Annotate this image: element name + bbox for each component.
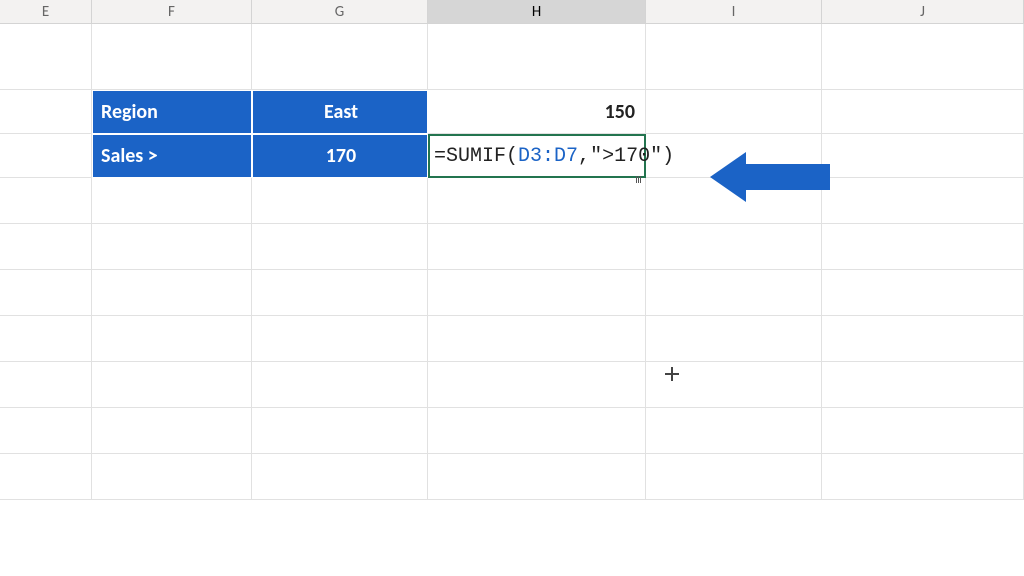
cell-formula-editing[interactable]: =SUMIF(D3:D7,">170")	[428, 134, 646, 178]
formula-open-paren: (	[506, 145, 518, 168]
table-row	[0, 408, 1024, 454]
cell[interactable]	[92, 316, 252, 362]
formula-comma: ,	[578, 145, 590, 168]
cell-region-value[interactable]: East	[252, 90, 428, 134]
cell[interactable]	[0, 178, 92, 224]
cell[interactable]	[92, 454, 252, 500]
table-row	[0, 454, 1024, 500]
text-cursor-icon	[636, 176, 642, 183]
cell[interactable]	[0, 90, 92, 134]
cell[interactable]	[252, 270, 428, 316]
cell[interactable]	[428, 362, 646, 408]
cell[interactable]	[822, 408, 1024, 454]
cell[interactable]	[0, 316, 92, 362]
table-row: Region East 150	[0, 90, 1024, 134]
cell[interactable]	[646, 270, 822, 316]
col-header-I[interactable]: I	[646, 0, 822, 23]
cell[interactable]	[428, 316, 646, 362]
table-row	[0, 316, 1024, 362]
callout-arrow-icon	[710, 152, 830, 202]
cell[interactable]	[92, 270, 252, 316]
cell[interactable]	[428, 454, 646, 500]
cell[interactable]	[646, 408, 822, 454]
cell[interactable]	[252, 24, 428, 90]
table-row: Sales > 170 =SUMIF(D3:D7,">170")	[0, 134, 1024, 178]
cell[interactable]	[646, 316, 822, 362]
grid[interactable]: Region East 150 Sales > 170 =SUMIF(D3:D7…	[0, 24, 1024, 500]
cell[interactable]	[646, 24, 822, 90]
cell[interactable]	[822, 24, 1024, 90]
cell[interactable]	[0, 408, 92, 454]
cell[interactable]	[92, 178, 252, 224]
cell[interactable]	[822, 454, 1024, 500]
formula-func: =SUMIF	[434, 145, 506, 168]
cell-sales-label[interactable]: Sales >	[92, 134, 252, 178]
formula-range-ref: D3:D7	[518, 145, 578, 168]
cell[interactable]	[646, 454, 822, 500]
table-row	[0, 224, 1024, 270]
cell[interactable]	[252, 316, 428, 362]
cell[interactable]	[252, 362, 428, 408]
formula-close-paren: )	[662, 145, 674, 168]
cell[interactable]	[822, 362, 1024, 408]
cell-cursor-icon	[665, 367, 679, 381]
cell[interactable]	[92, 408, 252, 454]
cell[interactable]	[428, 24, 646, 90]
worksheet: E F G H I J Region East 150 Sales >	[0, 0, 1024, 576]
cell[interactable]	[92, 362, 252, 408]
col-header-E[interactable]: E	[0, 0, 92, 23]
cell[interactable]	[822, 178, 1024, 224]
cell[interactable]	[0, 362, 92, 408]
cell[interactable]	[822, 316, 1024, 362]
cell[interactable]	[252, 408, 428, 454]
formula-criteria: ">170"	[590, 145, 662, 168]
cell[interactable]	[428, 270, 646, 316]
table-row	[0, 362, 1024, 408]
cell[interactable]	[428, 178, 646, 224]
col-header-G[interactable]: G	[252, 0, 428, 23]
cell[interactable]	[0, 454, 92, 500]
cell[interactable]	[822, 90, 1024, 134]
col-header-J[interactable]: J	[822, 0, 1024, 23]
cell[interactable]	[0, 270, 92, 316]
cell[interactable]	[646, 224, 822, 270]
cell[interactable]	[252, 224, 428, 270]
cell[interactable]	[0, 224, 92, 270]
col-header-H[interactable]: H	[428, 0, 646, 23]
cell[interactable]	[0, 134, 92, 178]
table-row	[0, 270, 1024, 316]
cell[interactable]	[92, 24, 252, 90]
col-header-F[interactable]: F	[92, 0, 252, 23]
cell[interactable]	[252, 454, 428, 500]
cell-sales-value[interactable]: 170	[252, 134, 428, 178]
cell-result[interactable]: 150	[428, 90, 646, 134]
cell[interactable]	[428, 408, 646, 454]
cell[interactable]	[252, 178, 428, 224]
cell-region-label[interactable]: Region	[92, 90, 252, 134]
formula-text: =SUMIF(D3:D7,">170")	[434, 145, 674, 168]
column-headers: E F G H I J	[0, 0, 1024, 24]
cell[interactable]	[646, 90, 822, 134]
table-row	[0, 178, 1024, 224]
cell[interactable]	[822, 224, 1024, 270]
cell[interactable]	[92, 224, 252, 270]
cell[interactable]	[822, 270, 1024, 316]
cell[interactable]	[0, 24, 92, 90]
cell[interactable]	[428, 224, 646, 270]
table-row	[0, 24, 1024, 90]
cell[interactable]	[822, 134, 1024, 178]
